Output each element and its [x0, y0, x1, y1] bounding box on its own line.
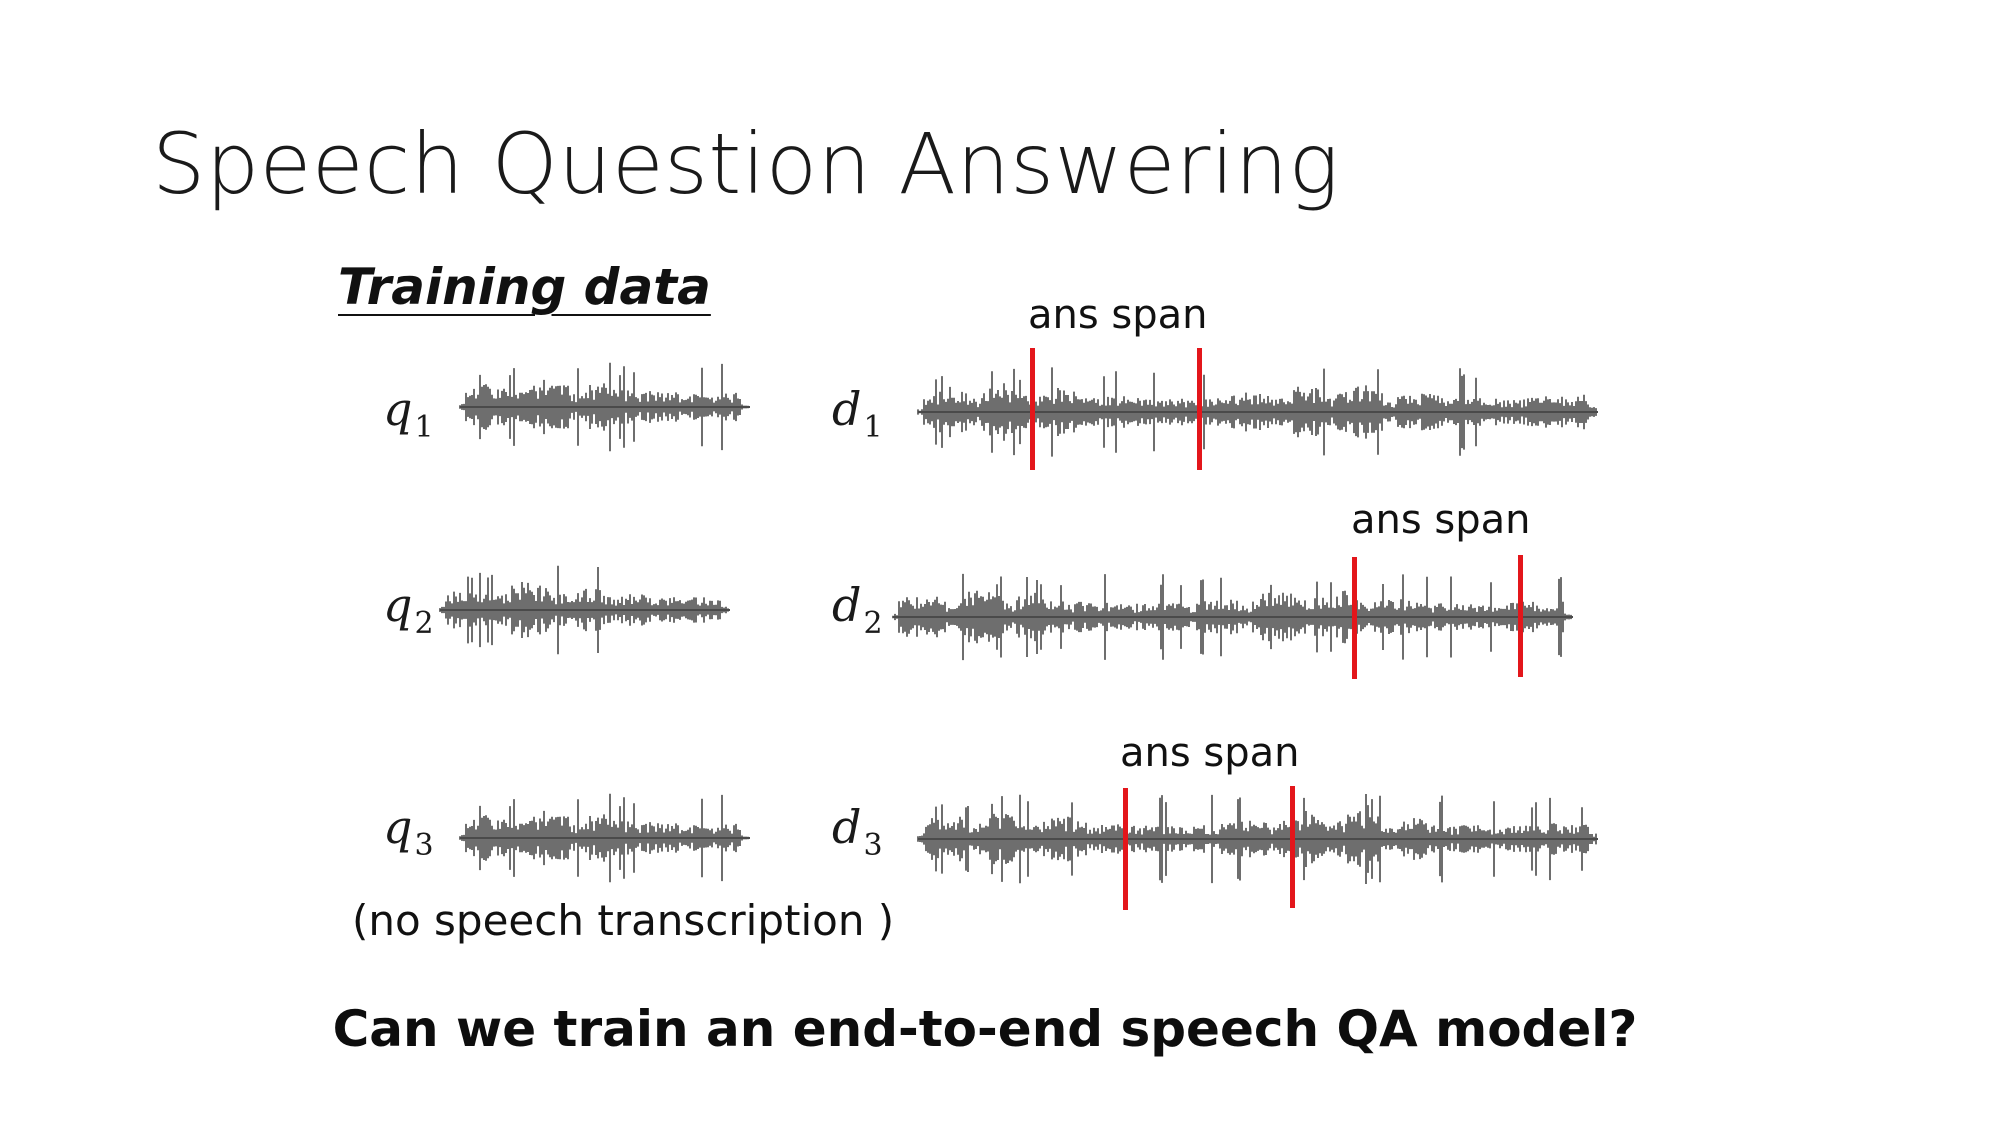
- doc-1-answer-span-markers: [1030, 348, 1202, 470]
- waveform-trace: [439, 565, 729, 655]
- doc-2-ans-span-label: ans span: [1351, 497, 1531, 543]
- doc-2-span-end: [1518, 555, 1523, 677]
- doc-3-ans-span-label: ans span: [1120, 730, 1300, 776]
- doc-1-ans-span-label: ans span: [1028, 292, 1208, 338]
- waveform-trace: [459, 793, 749, 883]
- waveform-trace: [459, 362, 749, 452]
- query-1-waveform: [459, 362, 750, 452]
- doc-1-label: d1: [832, 382, 883, 445]
- no-transcription-note: (no speech transcription ): [352, 896, 895, 945]
- slide: Speech Question Answering Training data …: [0, 0, 2000, 1125]
- query-3-label: q3: [383, 800, 434, 863]
- query-2-waveform: [439, 565, 730, 655]
- doc-3-label: d3: [832, 800, 883, 863]
- doc-3-answer-span-markers: [1123, 786, 1295, 910]
- research-question: Can we train an end-to-end speech QA mod…: [332, 1000, 1638, 1058]
- doc-3-span-end: [1290, 786, 1295, 908]
- doc-2-label: d2: [832, 578, 883, 641]
- doc-1-span-end: [1197, 348, 1202, 470]
- query-1-label: q1: [383, 382, 434, 445]
- doc-3-span-start: [1123, 788, 1128, 910]
- doc-2-span-start: [1352, 557, 1357, 679]
- query-2-label: q2: [383, 578, 434, 641]
- query-3-waveform: [459, 793, 750, 883]
- slide-title: Speech Question Answering: [152, 115, 1340, 213]
- doc-1-span-start: [1030, 348, 1035, 470]
- doc-2-answer-span-markers: [1352, 555, 1523, 679]
- training-data-heading: Training data: [338, 258, 711, 316]
